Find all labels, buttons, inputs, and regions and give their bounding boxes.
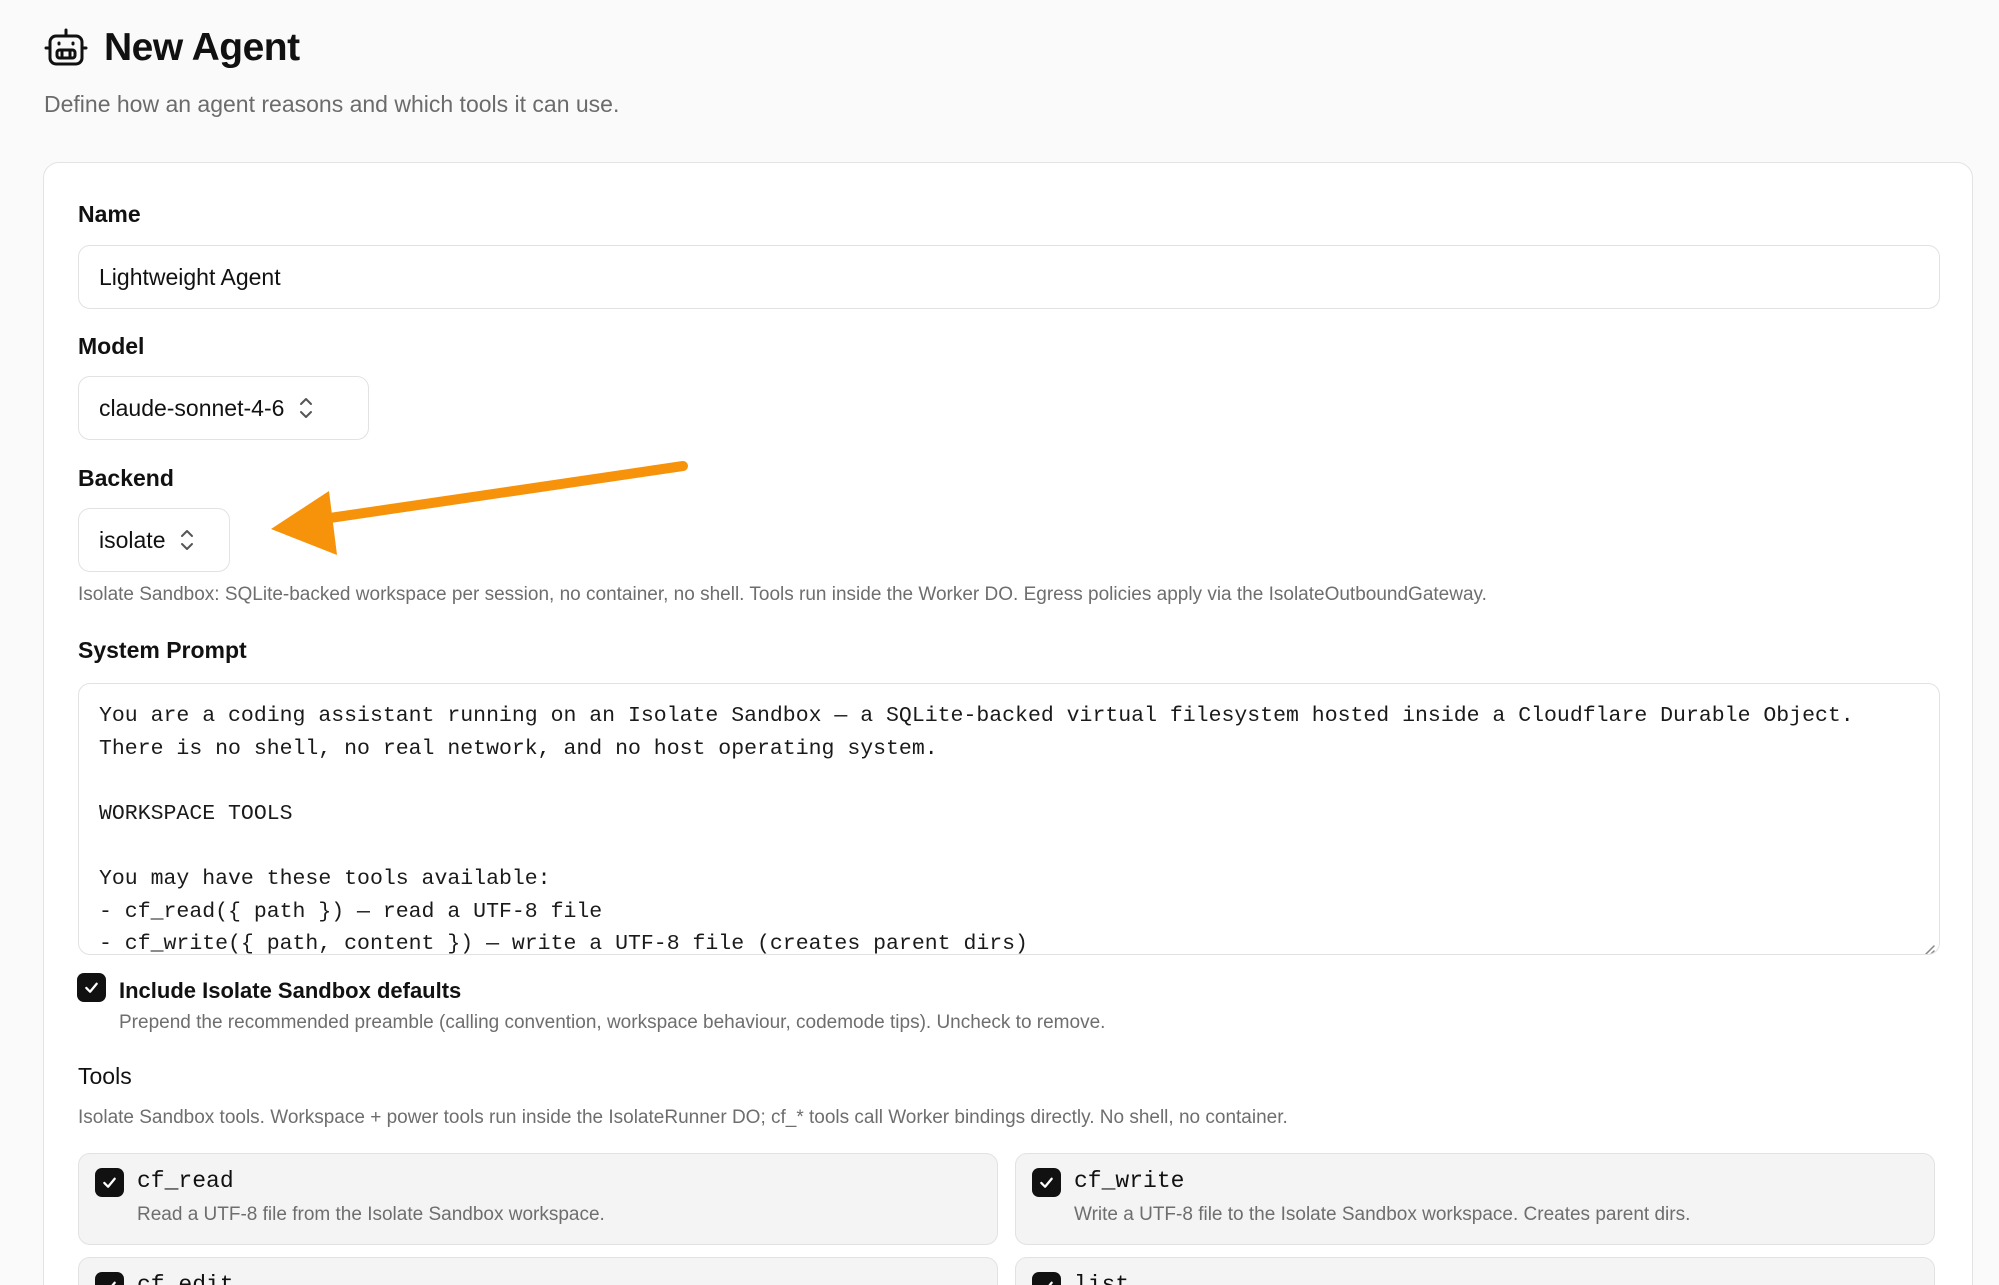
page-subtitle: Define how an agent reasons and which to… xyxy=(44,91,620,117)
check-icon xyxy=(103,1177,116,1188)
tool-description: Write a UTF-8 file to the Isolate Sandbo… xyxy=(1074,1204,1691,1225)
page-header: New Agent xyxy=(44,24,300,72)
system-prompt-line xyxy=(99,765,1919,798)
tool-name: cf_edit xyxy=(137,1272,234,1285)
name-input[interactable]: Lightweight Agent xyxy=(78,245,1940,309)
tools-label: Tools xyxy=(78,1063,132,1089)
tool-checkbox[interactable] xyxy=(1032,1272,1061,1285)
include-defaults-checkbox[interactable] xyxy=(77,973,106,1002)
name-label: Name xyxy=(78,201,141,227)
system-prompt-line: - cf_read({ path }) — read a UTF-8 file xyxy=(99,899,603,924)
tool-checkbox[interactable] xyxy=(95,1272,124,1285)
system-prompt-line: You are a coding assistant running on an… xyxy=(99,704,1854,728)
chevron-up-down-icon xyxy=(298,395,314,421)
name-input-value: Lightweight Agent xyxy=(99,263,281,290)
check-icon xyxy=(1048,1281,1053,1285)
model-select[interactable]: claude-sonnet-4-6 xyxy=(78,376,369,440)
tool-name: cf_read xyxy=(137,1168,234,1194)
model-label: Model xyxy=(78,333,145,359)
system-prompt-line xyxy=(99,830,1919,863)
tool-description: Read a UTF-8 file from the Isolate Sandb… xyxy=(137,1204,605,1225)
system-prompt-line: You may have these tools available: xyxy=(99,866,551,891)
model-select-value: claude-sonnet-4-6 xyxy=(99,394,285,421)
system-prompt-line: WORKSPACE TOOLS xyxy=(99,801,293,826)
include-defaults-description: Prepend the recommended preamble (callin… xyxy=(119,1012,1106,1033)
resize-grip-icon[interactable] xyxy=(1921,936,1935,954)
robot-icon xyxy=(44,26,88,70)
check-icon xyxy=(1040,1177,1053,1188)
system-prompt-line: There is no shell, no real network, and … xyxy=(99,736,938,761)
tool-card-list[interactable]: list xyxy=(1015,1257,1935,1285)
annotation-arrow-icon xyxy=(271,461,688,555)
title-row: New Agent xyxy=(44,24,300,72)
check-icon xyxy=(85,982,98,993)
backend-select[interactable]: isolate xyxy=(78,508,230,572)
system-prompt-textarea[interactable]: You are a coding assistant running on an… xyxy=(78,683,1940,955)
tool-card-cf-read[interactable]: cf_read Read a UTF-8 file from the Isola… xyxy=(78,1153,998,1245)
check-icon xyxy=(111,1281,116,1285)
tool-checkbox[interactable] xyxy=(95,1168,124,1197)
backend-label: Backend xyxy=(78,465,174,491)
page-title: New Agent xyxy=(104,26,300,69)
tool-card-cf-edit[interactable]: cf_edit xyxy=(78,1257,998,1285)
system-prompt-line: - cf_write({ path, content }) — write a … xyxy=(99,932,1028,955)
system-prompt-label: System Prompt xyxy=(78,637,247,663)
chevron-up-down-icon xyxy=(179,527,195,553)
tool-checkbox[interactable] xyxy=(1032,1168,1061,1197)
agent-form-card: Name Lightweight Agent Model claude-sonn… xyxy=(43,162,1973,1285)
tool-card-cf-write[interactable]: cf_write Write a UTF-8 file to the Isola… xyxy=(1015,1153,1935,1245)
tool-name: list xyxy=(1074,1272,1130,1285)
backend-select-value: isolate xyxy=(99,526,166,553)
backend-help-text: Isolate Sandbox: SQLite-backed workspace… xyxy=(78,584,1487,605)
tool-name: cf_write xyxy=(1074,1168,1185,1194)
tools-help-text: Isolate Sandbox tools. Workspace + power… xyxy=(78,1107,1288,1128)
include-defaults-label[interactable]: Include Isolate Sandbox defaults xyxy=(119,978,461,1004)
